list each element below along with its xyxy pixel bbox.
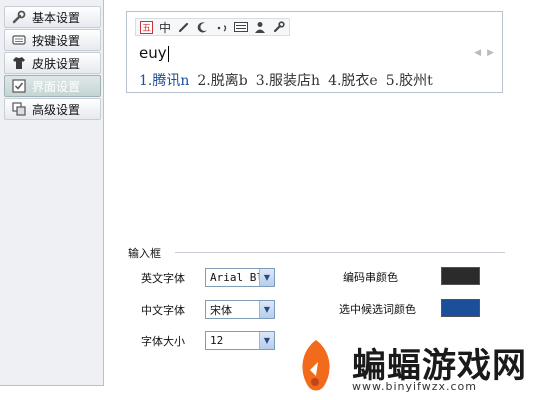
chinese-font-select[interactable]: 宋体 ▼ xyxy=(205,300,275,319)
section-title: 输入框 xyxy=(128,247,161,260)
sidebar-item-label: 基本设置 xyxy=(32,10,81,25)
checkbox-icon xyxy=(11,78,27,94)
svg-text:五: 五 xyxy=(142,24,151,34)
sidebar-item-advanced[interactable]: 高级设置 xyxy=(4,98,101,120)
chevron-down-icon[interactable]: ▼ xyxy=(259,301,274,318)
sidebar-item-label: 按键设置 xyxy=(32,33,81,48)
watermark-url: www.binyifwzx.com xyxy=(352,380,478,393)
keyboard-icon xyxy=(11,32,27,48)
copy-icon xyxy=(11,101,27,117)
sidebar-item-ui[interactable]: 界面设置 xyxy=(4,75,101,97)
selected-candidate-color-swatch[interactable] xyxy=(441,299,480,317)
font-size-label: 字体大小 xyxy=(141,335,185,348)
candidate-item[interactable]: 2.脱离b xyxy=(197,70,247,90)
sidebar-item-keys[interactable]: 按键设置 xyxy=(4,29,101,51)
wrench-icon xyxy=(11,9,27,25)
site-watermark: 蝙蝠游戏网 www.binyifwzx.com xyxy=(282,330,536,400)
sidebar-item-label: 皮肤设置 xyxy=(32,56,81,71)
chevron-down-icon[interactable]: ▼ xyxy=(259,269,274,286)
candidate-item[interactable]: 3.服装店h xyxy=(256,70,320,90)
code-string-color-swatch[interactable] xyxy=(441,267,480,285)
chinese-font-value: 宋体 xyxy=(210,303,232,317)
candidate-item[interactable]: 1.腾讯n xyxy=(139,70,189,90)
chinese-font-label: 中文字体 xyxy=(141,304,185,317)
font-size-select[interactable]: 12 ▼ xyxy=(205,331,275,350)
composition-text: euy xyxy=(139,44,167,62)
shirt-icon xyxy=(11,55,27,71)
logo-icon: 五 xyxy=(138,19,154,35)
candidate-preview: 五 中 euy ◀ ▶ 1.腾讯n 2.脱离b 3.服装店h 4.脱衣e 5.胶… xyxy=(126,11,503,93)
english-font-value: Arial Bl xyxy=(210,271,259,284)
settings-wrench-icon[interactable] xyxy=(271,19,287,35)
pencil-icon[interactable] xyxy=(176,19,192,35)
page-arrows: ◀ ▶ xyxy=(474,48,494,58)
next-page-icon[interactable]: ▶ xyxy=(487,48,494,58)
english-font-label: 英文字体 xyxy=(141,272,185,285)
candidate-item[interactable]: 5.胶州t xyxy=(386,70,433,90)
user-icon[interactable] xyxy=(252,19,268,35)
punctuation-icon[interactable] xyxy=(214,19,230,35)
composition-string: euy xyxy=(139,44,169,62)
font-size-value: 12 xyxy=(210,334,224,347)
sidebar-item-label: 高级设置 xyxy=(32,102,81,117)
section-divider xyxy=(175,252,505,253)
english-font-select[interactable]: Arial Bl ▼ xyxy=(205,268,275,287)
moon-icon[interactable] xyxy=(195,19,211,35)
candidate-item[interactable]: 4.脱衣e xyxy=(328,70,378,90)
text-caret xyxy=(167,45,169,62)
previous-page-icon[interactable]: ◀ xyxy=(474,48,481,58)
chinese-mode-toggle[interactable]: 中 xyxy=(157,19,173,35)
selected-candidate-color-label: 选中候选词颜色 xyxy=(339,303,416,316)
sidebar-item-basic[interactable]: 基本设置 xyxy=(4,6,101,28)
sidebar-nav: 基本设置 按键设置 皮肤设置 界面设置 高级设置 xyxy=(0,0,104,386)
sidebar-item-skin[interactable]: 皮肤设置 xyxy=(4,52,101,74)
preview-toolbar: 五 中 xyxy=(135,18,290,36)
candidate-list: 1.腾讯n 2.脱离b 3.服装店h 4.脱衣e 5.胶州t xyxy=(139,70,433,90)
bat-logo-icon xyxy=(302,340,330,391)
code-string-color-label: 编码串颜色 xyxy=(343,271,398,284)
sidebar-item-label: 界面设置 xyxy=(32,79,81,94)
chevron-down-icon[interactable]: ▼ xyxy=(259,332,274,349)
soft-keyboard-icon[interactable] xyxy=(233,19,249,35)
